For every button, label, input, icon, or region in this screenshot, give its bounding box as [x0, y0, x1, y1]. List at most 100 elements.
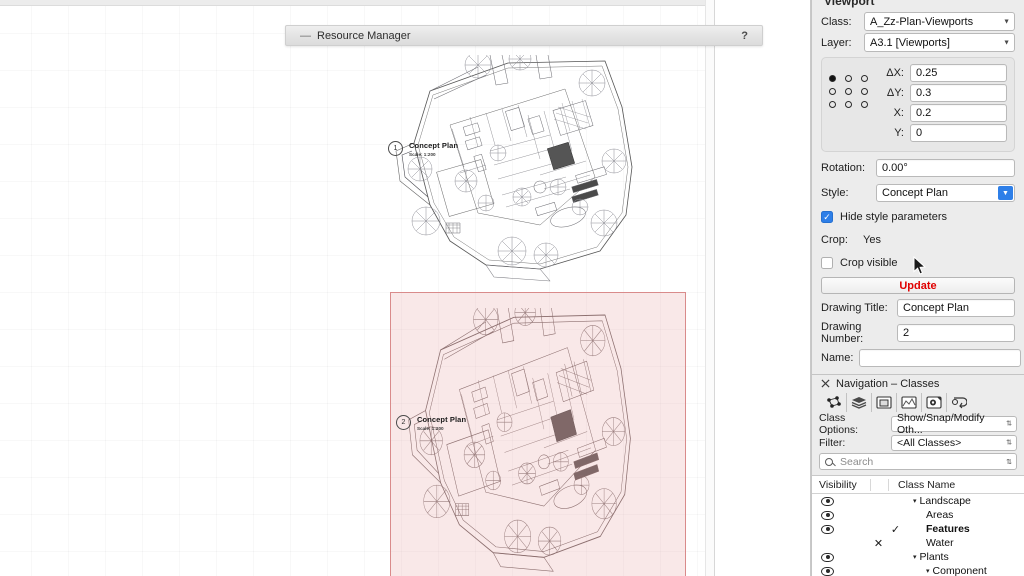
chevron-down-icon[interactable]: ▼: [998, 186, 1013, 200]
eye-icon[interactable]: [821, 566, 834, 576]
class-name-cell[interactable]: Water: [904, 537, 1024, 549]
delta-x-row: ΔX: 0.25: [882, 64, 1007, 82]
drawing-number-input[interactable]: 2: [897, 324, 1015, 342]
align-point-top-center[interactable]: [845, 75, 852, 82]
viewport-1[interactable]: 1 Concept Plan Scale: 1:200: [388, 55, 705, 285]
visibility-cell[interactable]: [812, 566, 870, 576]
name-row: Name:: [812, 348, 1024, 368]
resource-manager-titlebar[interactable]: close-icon — Resource Manager ?: [285, 25, 763, 46]
chevron-down-icon: ▼: [1003, 39, 1010, 46]
filter-value: <All Classes>: [897, 436, 962, 449]
y-value: 0: [916, 127, 923, 139]
tab-classes[interactable]: [821, 393, 846, 412]
alignment-point-grid[interactable]: [829, 64, 875, 144]
style-dropdown[interactable]: Concept Plan ▼: [876, 184, 1015, 202]
delta-y-label: ΔY:: [886, 87, 904, 99]
visibility-cell[interactable]: [812, 524, 870, 534]
align-point-bottom-left[interactable]: [829, 101, 836, 108]
delta-y-input[interactable]: 0.3: [910, 84, 1007, 102]
help-icon[interactable]: ?: [741, 30, 748, 42]
references-icon: [951, 397, 967, 409]
tab-sheet-layers[interactable]: [871, 393, 896, 412]
disclosure-triangle-icon[interactable]: ▾: [913, 497, 917, 505]
delta-y-value: 0.3: [916, 87, 932, 99]
navigation-tabs: [812, 392, 1024, 413]
drawing-canvas[interactable]: 1 Concept Plan Scale: 1:200 2 Concept Pl…: [0, 0, 714, 576]
y-input[interactable]: 0: [910, 124, 1007, 142]
drawing-title-text: Concept Plan: [409, 141, 459, 150]
drawing-title-value: Concept Plan: [903, 302, 970, 314]
crop-value: Yes: [863, 234, 881, 246]
column-divider: [870, 478, 871, 491]
class-name-cell[interactable]: ▾ Plants: [904, 551, 1024, 563]
align-point-top-right[interactable]: [861, 75, 868, 82]
class-row[interactable]: ✓ Features: [812, 522, 1024, 536]
tab-saved-views[interactable]: [921, 393, 946, 412]
class-name-text: Component: [932, 565, 987, 576]
hide-style-parameters-row[interactable]: ✓ Hide style parameters: [821, 208, 1015, 226]
class-name-cell[interactable]: Areas: [904, 509, 1024, 521]
name-input[interactable]: [859, 349, 1021, 367]
align-point-bottom-right[interactable]: [861, 101, 868, 108]
drawing-title-input[interactable]: Concept Plan: [897, 299, 1015, 317]
delta-x-label: ΔX:: [886, 67, 904, 79]
drawing-number-row: Drawing Number: 2: [821, 321, 1015, 345]
align-point-middle-right[interactable]: [861, 88, 868, 95]
align-point-middle-center[interactable]: [845, 88, 852, 95]
class-row[interactable]: ▾ Landscape: [812, 494, 1024, 508]
eye-icon[interactable]: [821, 524, 834, 534]
visibility-cell[interactable]: [812, 510, 870, 520]
layer-dropdown[interactable]: A3.1 [Viewports] ▼: [864, 33, 1015, 52]
tab-references[interactable]: [946, 393, 971, 412]
canvas-right-gutter: [715, 0, 812, 576]
rotation-input[interactable]: 0.00°: [876, 159, 1015, 177]
visibility-cell[interactable]: [812, 496, 870, 506]
class-list-table: Visibility Class Name ▾ Landscape Areas ✓ Fe…: [812, 475, 1024, 576]
class-row[interactable]: ▾ Plants: [812, 550, 1024, 564]
class-name-cell[interactable]: ▾ Landscape: [904, 495, 1024, 507]
layer-value: A3.1 [Viewports]: [870, 36, 950, 49]
crop-visible-checkbox[interactable]: [821, 257, 833, 269]
crop-visible-row[interactable]: Crop visible: [821, 254, 1015, 272]
viewports-icon: [901, 396, 917, 409]
align-point-middle-left[interactable]: [829, 88, 836, 95]
eye-icon[interactable]: [821, 510, 834, 520]
class-row[interactable]: ✕ Water: [812, 536, 1024, 550]
chevron-updown-icon[interactable]: ⇅: [1006, 458, 1012, 466]
class-options-label: Class Options:: [819, 411, 859, 436]
align-point-top-left[interactable]: [829, 75, 836, 82]
close-icon[interactable]: [821, 379, 830, 388]
visibility-cell[interactable]: [812, 552, 870, 562]
class-dropdown[interactable]: A_Zz-Plan-Viewports ▼: [864, 12, 1015, 31]
x-input[interactable]: 0.2: [910, 104, 1007, 122]
class-row[interactable]: Areas: [812, 508, 1024, 522]
align-point-bottom-center[interactable]: [845, 101, 852, 108]
style-row: Style: Concept Plan ▼: [821, 183, 1015, 203]
delta-x-input[interactable]: 0.25: [910, 64, 1007, 82]
disclosure-triangle-icon[interactable]: ▾: [913, 553, 917, 561]
chevron-updown-icon: ⇅: [1006, 439, 1012, 446]
class-options-row: Class Options: Show/Snap/Modify Oth... ⇅: [819, 412, 1017, 436]
disclosure-triangle-icon[interactable]: ▾: [926, 567, 930, 575]
update-button[interactable]: Update: [821, 277, 1015, 294]
hide-style-parameters-checkbox[interactable]: ✓: [821, 211, 833, 223]
x-mark-cell[interactable]: ✕: [870, 537, 887, 550]
active-check-cell[interactable]: ✓: [887, 523, 904, 536]
class-name-cell[interactable]: Features: [904, 523, 1024, 535]
class-row[interactable]: ▾ Component: [812, 564, 1024, 576]
drawing-number-label: Drawing Number:: [821, 321, 864, 345]
class-name-cell[interactable]: ▾ Component: [904, 565, 1024, 576]
eye-icon[interactable]: [821, 552, 834, 562]
tab-viewports[interactable]: [896, 393, 921, 412]
drawing-label-2: 2 Concept Plan Scale: 1:200: [396, 415, 466, 431]
tab-design-layers[interactable]: [846, 393, 871, 412]
viewport-2-selected[interactable]: 2 Concept Plan Scale: 1:200: [390, 292, 686, 576]
drawing-title-label: Drawing Title:: [821, 302, 888, 314]
filter-dropdown[interactable]: <All Classes> ⇅: [891, 434, 1017, 451]
search-input[interactable]: Search ⇅: [819, 453, 1017, 470]
eye-icon[interactable]: [821, 496, 834, 506]
rotation-label: Rotation:: [821, 162, 866, 174]
rotation-value: 0.00°: [882, 162, 908, 174]
class-options-dropdown[interactable]: Show/Snap/Modify Oth... ⇅: [891, 412, 1017, 436]
canvas-vertical-scrollbar[interactable]: [705, 0, 714, 576]
